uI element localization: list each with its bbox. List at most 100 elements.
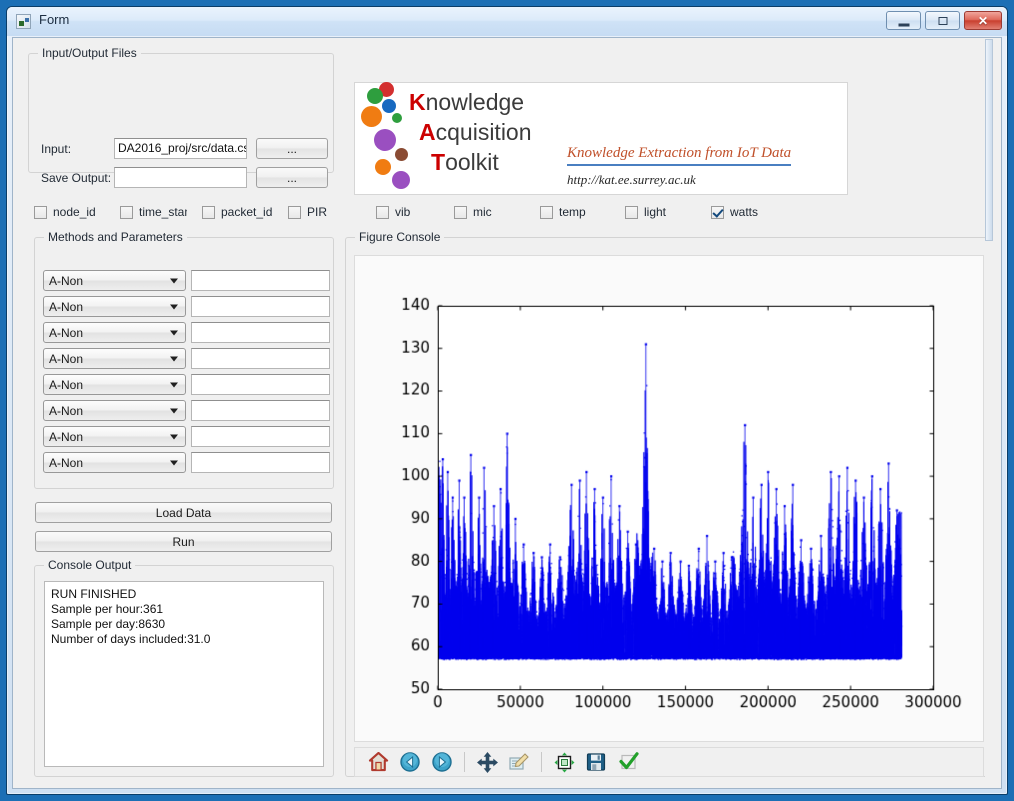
- close-icon: ✕: [977, 13, 989, 28]
- save-browse-button[interactable]: ...: [256, 167, 328, 188]
- method-select-value: A-Non: [49, 455, 84, 470]
- logo-line-toolkit: Toolkit: [431, 149, 499, 176]
- maximize-icon: [938, 16, 947, 25]
- method-select-value: A-Non: [49, 325, 84, 340]
- chevron-down-icon: [170, 434, 178, 439]
- checkbox-box: [288, 205, 301, 219]
- logo-initial-t: T: [431, 149, 446, 175]
- console-output-text[interactable]: RUN FINISHED Sample per hour:361 Sample …: [44, 581, 324, 767]
- checkbox-box: [711, 205, 724, 219]
- method-select-2[interactable]: A-Non: [43, 296, 186, 317]
- checkbox-vib[interactable]: vib: [376, 205, 410, 219]
- method-select-1[interactable]: A-Non: [43, 270, 186, 291]
- method-select-value: A-Non: [49, 299, 84, 314]
- console-group-label: Console Output: [44, 558, 136, 572]
- checkbox-label: temp: [559, 205, 586, 219]
- checkbox-light[interactable]: light: [625, 205, 666, 219]
- method-select-4[interactable]: A-Non: [43, 348, 186, 369]
- logo-line-knowledge: Knowledge: [409, 89, 524, 116]
- checkbox-label: node_id: [53, 205, 96, 219]
- chevron-down-icon: [170, 408, 178, 413]
- logo-rest-knowledge: nowledge: [425, 89, 525, 115]
- window-title: Form: [39, 12, 70, 27]
- checkbox-box: [34, 205, 47, 219]
- input-browse-button[interactable]: ...: [256, 138, 328, 159]
- scrollbar-thumb[interactable]: [985, 39, 993, 241]
- method-select-value: A-Non: [49, 403, 84, 418]
- param-input-7[interactable]: [191, 426, 330, 447]
- method-select-5[interactable]: A-Non: [43, 374, 186, 395]
- application-window: Form ✕ Input/Output Files Input: DA2016_…: [6, 6, 1008, 795]
- input-path-field[interactable]: DA2016_proj/src/data.csv: [114, 138, 247, 159]
- checkbox-label: vib: [395, 205, 411, 219]
- method-select-3[interactable]: A-Non: [43, 322, 186, 343]
- chevron-down-icon: [170, 330, 178, 335]
- checkbox-label: mic: [473, 205, 492, 219]
- zoom-icon[interactable]: [504, 749, 534, 775]
- matplotlib-figure[interactable]: [355, 256, 983, 741]
- method-select-value: A-Non: [49, 377, 84, 392]
- toolbar-separator: [541, 752, 542, 772]
- logo-tagline: Knowledge Extraction from IoT Data: [567, 145, 792, 166]
- checkbox-box: [540, 205, 553, 219]
- pan-icon[interactable]: [472, 749, 502, 775]
- checkbox-label: PIR: [307, 205, 328, 219]
- checkbox-temp[interactable]: temp: [540, 205, 586, 219]
- param-input-5[interactable]: [191, 374, 330, 395]
- checkbox-box: [454, 205, 467, 219]
- back-icon[interactable]: [395, 749, 425, 775]
- methods-group-label: Methods and Parameters: [44, 230, 187, 244]
- method-select-7[interactable]: A-Non: [43, 426, 186, 447]
- param-input-3[interactable]: [191, 322, 330, 343]
- form-icon: [16, 14, 31, 29]
- chevron-down-icon: [170, 356, 178, 361]
- subplots-icon[interactable]: [549, 749, 579, 775]
- maximize-button[interactable]: [925, 11, 960, 30]
- method-select-6[interactable]: A-Non: [43, 400, 186, 421]
- method-select-value: A-Non: [49, 273, 84, 288]
- form-body: Input/Output Files Input: DA2016_proj/sr…: [14, 39, 993, 787]
- kat-logo-panel: Knowledge Acquisition Toolkit Knowledge …: [354, 82, 848, 195]
- run-button[interactable]: Run: [35, 531, 332, 552]
- checkbox-time_stamp[interactable]: time_stamp: [120, 205, 188, 219]
- chevron-down-icon: [170, 382, 178, 387]
- checkbox-box: [376, 205, 389, 219]
- save-icon[interactable]: [581, 749, 611, 775]
- chevron-down-icon: [170, 460, 178, 465]
- window-controls: ✕: [886, 11, 1002, 30]
- checkbox-mic[interactable]: mic: [454, 205, 492, 219]
- param-input-1[interactable]: [191, 270, 330, 291]
- save-output-field[interactable]: [114, 167, 247, 188]
- logo-url: http://kat.ee.surrey.ac.uk: [567, 172, 696, 187]
- vertical-scrollbar[interactable]: [985, 39, 993, 787]
- param-input-8[interactable]: [191, 452, 330, 473]
- minimize-button[interactable]: [886, 11, 921, 30]
- method-select-value: A-Non: [49, 351, 84, 366]
- matplotlib-toolbar: [354, 747, 984, 777]
- method-select-value: A-Non: [49, 429, 84, 444]
- logo-rest-acquisition: cquisition: [435, 119, 532, 145]
- param-input-4[interactable]: [191, 348, 330, 369]
- save-output-label: Save Output:: [41, 171, 112, 185]
- check-icon[interactable]: [613, 749, 643, 775]
- checkbox-label: watts: [730, 205, 759, 219]
- checkbox-PIR[interactable]: PIR: [288, 205, 327, 219]
- minimize-icon: [898, 23, 909, 26]
- checkbox-box: [625, 205, 638, 219]
- param-input-6[interactable]: [191, 400, 330, 421]
- close-button[interactable]: ✕: [964, 11, 1002, 30]
- figure-canvas-panel[interactable]: [354, 255, 984, 742]
- param-input-2[interactable]: [191, 296, 330, 317]
- checkbox-label: packet_id: [221, 205, 273, 219]
- checkbox-node_id[interactable]: node_id: [34, 205, 96, 219]
- figure-group-label: Figure Console: [355, 230, 445, 244]
- load-data-button[interactable]: Load Data: [35, 502, 332, 523]
- chevron-down-icon: [170, 304, 178, 309]
- home-icon[interactable]: [363, 749, 393, 775]
- checkbox-box: [120, 205, 133, 219]
- toolbar-separator: [464, 752, 465, 772]
- forward-icon[interactable]: [427, 749, 457, 775]
- checkbox-watts[interactable]: watts: [711, 205, 758, 219]
- method-select-8[interactable]: A-Non: [43, 452, 186, 473]
- checkbox-packet_id[interactable]: packet_id: [202, 205, 272, 219]
